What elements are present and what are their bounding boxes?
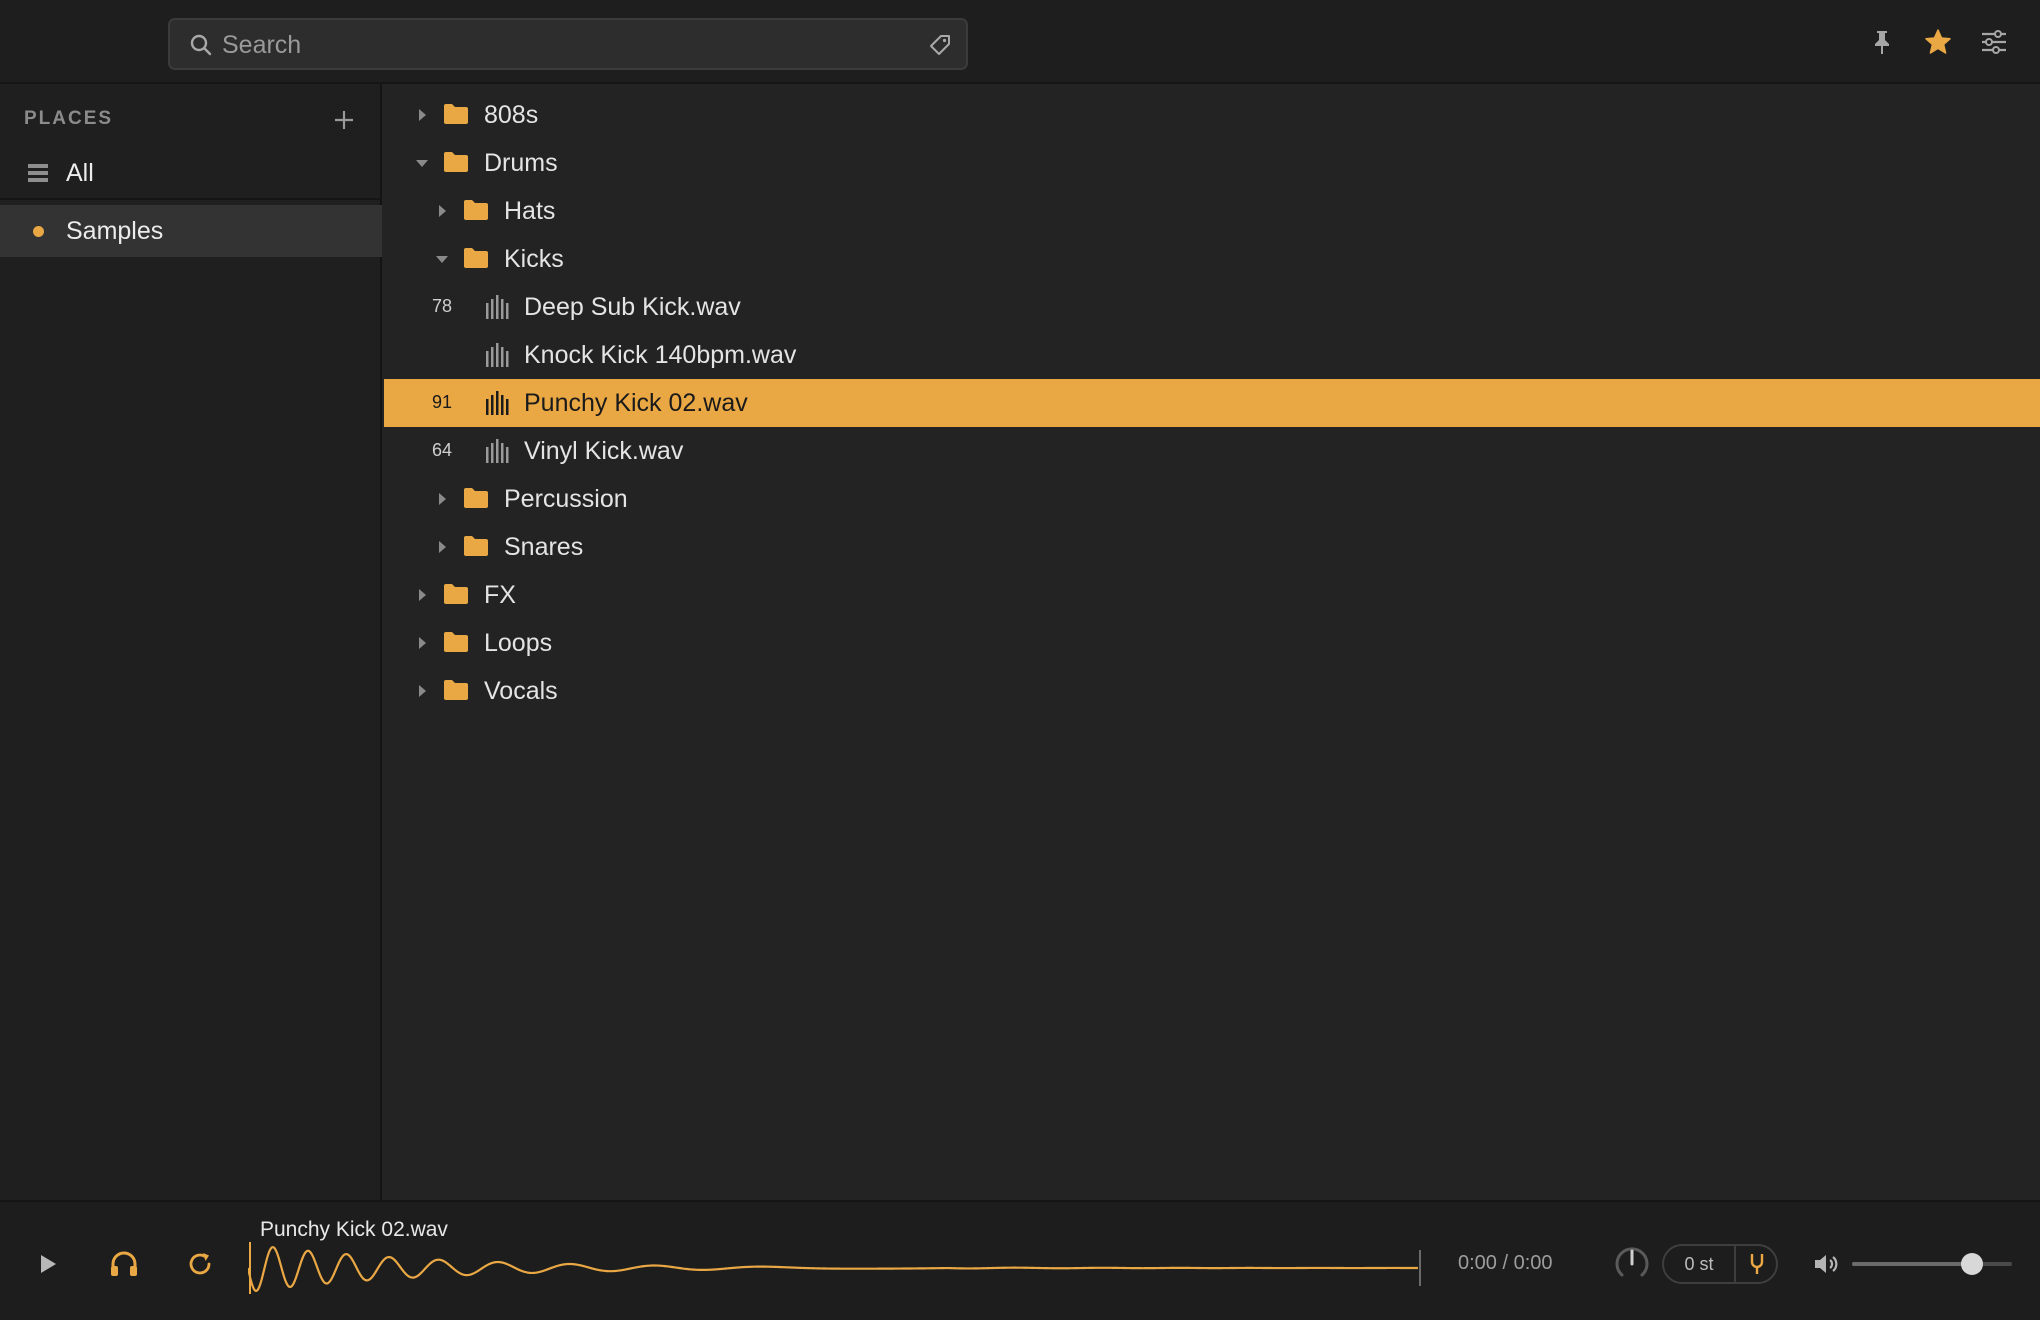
file-number: 91	[431, 392, 452, 412]
sidebar-divider	[0, 198, 382, 200]
file-number: 78	[431, 296, 452, 316]
chevron-right-icon[interactable]	[412, 585, 432, 605]
tree-item-label: Knock Kick 140bpm.wav	[524, 341, 797, 369]
loop-icon	[189, 1253, 211, 1275]
dot-icon	[33, 225, 44, 237]
tree-item-label: Drums	[484, 149, 558, 177]
headphones-button[interactable]	[104, 1244, 144, 1284]
search-icon	[190, 34, 212, 56]
chevron-right-icon[interactable]	[432, 489, 452, 509]
gain-knob[interactable]	[1612, 1244, 1652, 1284]
chevron-right-icon[interactable]	[412, 105, 432, 125]
plus-icon	[335, 111, 353, 129]
waveform-path	[248, 1245, 1418, 1293]
add-place-button[interactable]	[328, 104, 360, 136]
tree-item-label: Deep Sub Kick.wav	[524, 293, 741, 321]
tree-folder-snares[interactable]: Snares	[384, 523, 2040, 571]
places-heading: PLACES	[24, 108, 114, 129]
folder-icon	[464, 536, 488, 556]
loop-button[interactable]	[180, 1244, 220, 1284]
chevron-right-icon[interactable]	[412, 633, 432, 653]
tree-item-label: FX	[484, 581, 516, 609]
tuning-fork-button[interactable]	[1738, 1246, 1776, 1282]
folder-icon	[464, 200, 488, 220]
app-window: PLACES All Samples 808s Drums Hats Kicks 78 D…	[0, 0, 2040, 1320]
file-number: 64	[431, 440, 452, 460]
tree-folder-808s[interactable]: 808s	[384, 91, 2040, 139]
pin-icon[interactable]	[1864, 24, 1900, 60]
pitch-control[interactable]: 0 st	[1662, 1244, 1778, 1284]
audio-file-icon	[486, 295, 509, 319]
tree-item-label: Kicks	[504, 245, 564, 273]
folder-icon	[444, 584, 468, 604]
tree-file-row[interactable]: 78 Deep Sub Kick.wav	[384, 283, 2040, 331]
play-icon	[41, 1255, 56, 1273]
top-bar	[0, 0, 2040, 84]
tuning-fork-icon	[1750, 1254, 1764, 1274]
tree-file-row[interactable]: Knock Kick 140bpm.wav	[384, 331, 2040, 379]
tree-item-label: Percussion	[504, 485, 628, 513]
folder-icon	[464, 248, 488, 268]
volume-icon[interactable]	[1812, 1250, 1842, 1278]
sliders-icon[interactable]	[1976, 24, 2012, 60]
chevron-down-icon[interactable]	[412, 153, 432, 173]
time-display: 0:00 / 0:00	[1458, 1252, 1553, 1274]
sidebar-item-all[interactable]: All	[0, 147, 382, 199]
sidebar: PLACES All Samples	[0, 84, 382, 1200]
tree-folder-drums[interactable]: Drums	[384, 139, 2040, 187]
folder-icon	[444, 104, 468, 124]
star-icon[interactable]	[1920, 24, 1956, 60]
play-button[interactable]	[28, 1244, 68, 1284]
file-tree: 808s Drums Hats Kicks 78 Deep Sub Kick.wav Kno…	[384, 84, 2040, 1200]
stack-icon	[28, 164, 48, 182]
tree-folder-kicks[interactable]: Kicks	[384, 235, 2040, 283]
pitch-value[interactable]: 0 st	[1664, 1246, 1736, 1282]
sidebar-item-label: Samples	[66, 216, 164, 245]
search-input[interactable]	[222, 28, 872, 62]
tree-folder-vocals[interactable]: Vocals	[384, 667, 2040, 715]
chevron-right-icon[interactable]	[412, 681, 432, 701]
tree-folder-fx[interactable]: FX	[384, 571, 2040, 619]
waveform-title: Punchy Kick 02.wav	[260, 1218, 448, 1241]
waveform-display[interactable]	[248, 1240, 1422, 1296]
headphones-icon	[111, 1251, 137, 1276]
volume-slider[interactable]	[1852, 1253, 2012, 1275]
volume-fill	[1852, 1262, 1972, 1266]
chevron-right-icon[interactable]	[432, 537, 452, 557]
folder-icon	[444, 632, 468, 652]
sidebar-item-label: All	[66, 158, 94, 187]
audio-file-icon	[486, 391, 509, 415]
tree-item-label: Vocals	[484, 677, 558, 705]
tree-file-row[interactable]: 91 Punchy Kick 02.wav	[384, 379, 2040, 427]
tree-item-label: Vinyl Kick.wav	[524, 437, 684, 465]
folder-icon	[464, 488, 488, 508]
tree-item-label: 808s	[484, 101, 539, 129]
search-bar[interactable]	[168, 18, 968, 70]
folder-icon	[444, 680, 468, 700]
audio-file-icon	[486, 343, 509, 367]
volume-thumb[interactable]	[1961, 1253, 1983, 1275]
tag-icon[interactable]	[928, 33, 952, 57]
sidebar-item-samples[interactable]: Samples	[0, 205, 382, 257]
knob-icon	[1615, 1247, 1649, 1277]
tree-folder-hats[interactable]: Hats	[384, 187, 2040, 235]
player-bar: Punchy Kick 02.wav 0:00 / 0:00 0 st	[0, 1200, 2040, 1320]
tree-item-label: Snares	[504, 533, 584, 561]
tree-folder-loops[interactable]: Loops	[384, 619, 2040, 667]
tree-file-row[interactable]: 64 Vinyl Kick.wav	[384, 427, 2040, 475]
chevron-down-icon[interactable]	[432, 249, 452, 269]
folder-icon	[444, 152, 468, 172]
audio-file-icon	[486, 439, 509, 463]
tree-item-label: Hats	[504, 197, 556, 225]
tree-folder-percussion[interactable]: Percussion	[384, 475, 2040, 523]
chevron-right-icon[interactable]	[432, 201, 452, 221]
tree-item-label: Punchy Kick 02.wav	[524, 389, 748, 417]
tree-item-label: Loops	[484, 629, 553, 657]
